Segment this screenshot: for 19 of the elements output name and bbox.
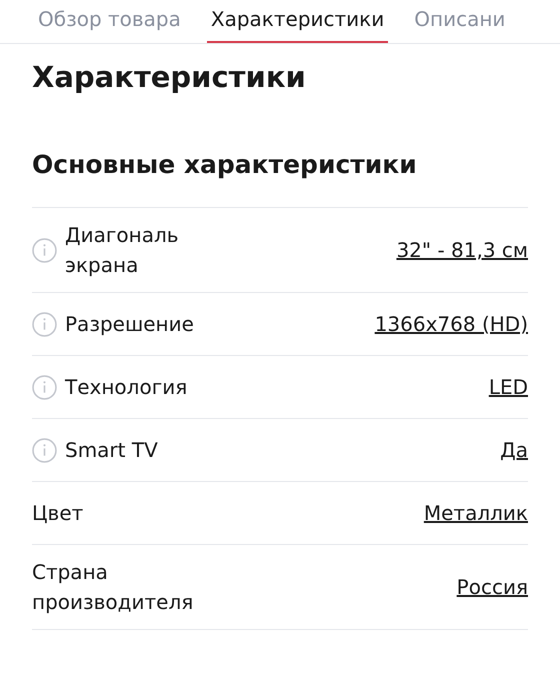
- info-icon[interactable]: [32, 312, 57, 336]
- spec-label: Диагональ экрана: [65, 222, 180, 279]
- spec-value-link[interactable]: 1366x768 (HD): [374, 309, 528, 339]
- spec-value-link[interactable]: 32" - 81,3 см: [396, 235, 528, 265]
- tab[interactable]: Характеристики: [206, 0, 388, 43]
- spec-label: Технология: [65, 374, 188, 401]
- page-title: Характеристики: [32, 59, 307, 96]
- spec-value-link[interactable]: Россия: [456, 572, 528, 602]
- info-icon[interactable]: [32, 438, 57, 462]
- spec-value-link[interactable]: LED: [488, 372, 528, 402]
- info-icon[interactable]: [32, 238, 57, 262]
- spec-label: Страна производителя: [32, 559, 194, 616]
- section-title: Основные характеристики: [32, 148, 418, 180]
- info-icon[interactable]: [32, 374, 57, 400]
- spec-label: Разрешение: [65, 311, 194, 338]
- spec-label: Цвет: [32, 500, 84, 527]
- spec-value-link[interactable]: Да: [500, 435, 528, 465]
- spec-label: Smart TV: [65, 437, 158, 464]
- spec-value-link[interactable]: Металлик: [424, 498, 528, 528]
